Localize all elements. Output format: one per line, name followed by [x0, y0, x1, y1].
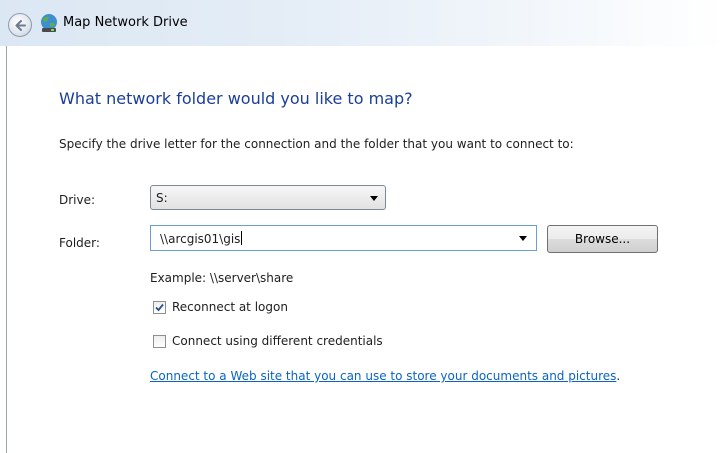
browse-button[interactable]: Browse... — [547, 225, 658, 253]
link-suffix: . — [616, 369, 621, 383]
folder-input-value[interactable]: \\arcgis01\gis — [160, 231, 243, 246]
web-site-link[interactable]: Connect to a Web site that you can use t… — [150, 369, 616, 383]
reconnect-label: Reconnect at logon — [172, 300, 288, 314]
window-title: Map Network Drive — [63, 15, 188, 30]
back-button[interactable] — [8, 13, 32, 37]
page-description: Specify the drive letter for the connect… — [59, 137, 574, 151]
folder-label: Folder: — [59, 236, 100, 250]
chevron-down-icon[interactable] — [519, 236, 527, 241]
folder-input-text: \\arcgis01\gis — [160, 232, 241, 246]
drive-select[interactable]: S: — [150, 185, 386, 210]
drive-label: Drive: — [59, 193, 96, 207]
network-drive-icon — [39, 13, 59, 33]
text-cursor — [241, 231, 243, 245]
reconnect-checkbox[interactable] — [153, 301, 166, 314]
window-border — [6, 46, 7, 453]
checkmark-icon — [155, 303, 164, 312]
drive-select-value: S: — [156, 191, 168, 205]
example-hint: Example: \\server\share — [150, 271, 294, 285]
folder-combobox[interactable]: \\arcgis01\gis — [150, 225, 537, 251]
page-heading: What network folder would you like to ma… — [59, 89, 413, 108]
credentials-checkbox[interactable] — [153, 335, 166, 348]
web-site-link-row: Connect to a Web site that you can use t… — [150, 369, 620, 383]
title-bar: Map Network Drive — [0, 0, 726, 46]
chevron-down-icon — [370, 196, 378, 201]
credentials-label: Connect using different credentials — [172, 334, 383, 348]
